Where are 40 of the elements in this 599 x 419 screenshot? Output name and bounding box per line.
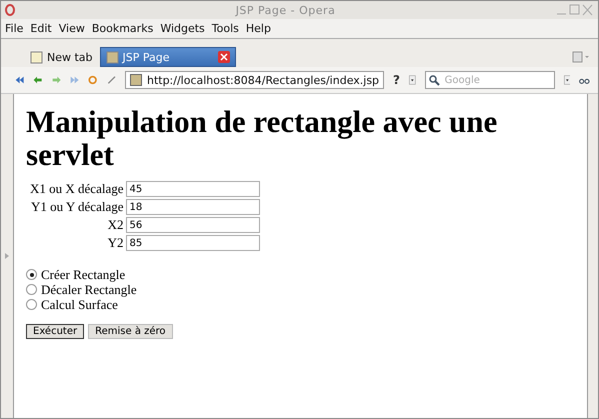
field-label: X1 ou X décalage [30,181,124,198]
menu-item[interactable]: Edit [30,22,52,35]
help-button[interactable]: ? [393,71,400,89]
menu-item[interactable]: Tools [212,22,239,35]
field-label: Y2 [106,235,124,252]
window-controls-icon[interactable] [556,4,594,16]
input-field[interactable]: 18 [126,199,260,216]
menu-item[interactable]: Widgets [160,22,205,35]
input-field[interactable]: 56 [126,217,260,234]
tab[interactable]: JSP Page [100,47,236,67]
dropdown-icon[interactable] [409,73,416,87]
reset-button[interactable]: Remise à zéro [88,324,173,340]
input-field[interactable]: 85 [126,235,260,252]
window-title: JSP Page - Opera [234,4,336,16]
page-icon [30,50,43,64]
browser-logo-icon [5,4,15,16]
menu-item[interactable]: Bookmarks [92,22,154,35]
radio-button[interactable] [26,284,37,296]
menu-item[interactable]: File [5,22,24,35]
radio-button[interactable] [26,299,37,310]
radio-option[interactable]: Créer Rectangle [26,267,575,282]
page-heading: Manipulation de rectangle avec une servlet [26,106,498,172]
radio-button[interactable] [26,269,37,280]
search-icon [428,75,440,86]
page-icon [130,74,142,86]
address-field[interactable]: http://localhost:8084/Rectangles/index.jsp [124,71,384,89]
radio-option[interactable]: Calcul Surface [26,297,575,312]
search-field[interactable]: Google [424,71,555,89]
close-icon[interactable] [218,51,230,63]
dropdown-icon[interactable] [564,73,570,87]
page-icon [106,50,119,64]
field-label: Y1 ou Y décalage [30,199,124,216]
expand-arrow-icon[interactable] [5,253,9,259]
menu-item[interactable]: Help [246,22,271,35]
tab[interactable]: New tab [25,47,98,67]
menu-item[interactable]: View [58,22,85,35]
field-label: X2 [106,217,124,234]
radio-option[interactable]: Décaler Rectangle [26,282,575,298]
input-field[interactable]: 45 [126,181,260,198]
submit-button[interactable]: Exécuter [26,324,84,340]
